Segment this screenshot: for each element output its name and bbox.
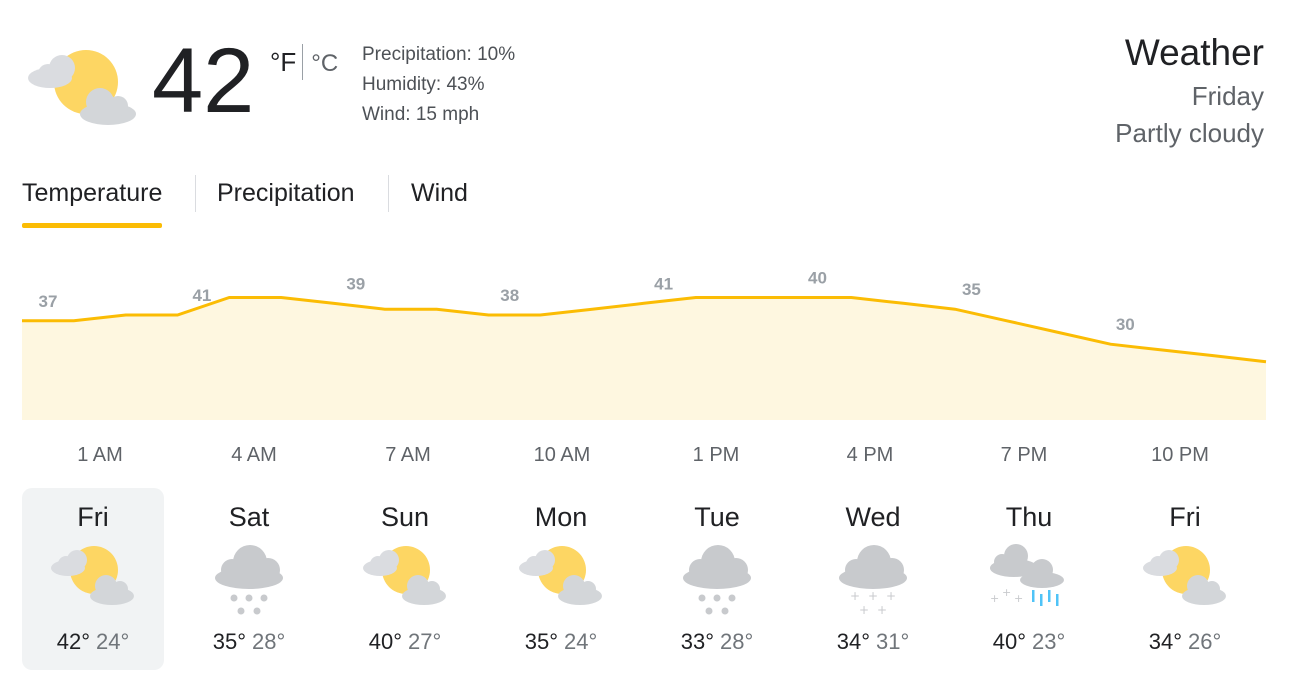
high-temp: 40° <box>368 629 402 654</box>
fahrenheit-unit[interactable]: °F <box>270 47 296 77</box>
day-name: Fri <box>77 502 109 532</box>
tab-precipitation[interactable]: Precipitation <box>217 170 355 216</box>
hour-label: 4 PM <box>846 444 894 466</box>
day-card-mon[interactable]: Mon 35° 24° <box>490 488 632 670</box>
hour-axis: 1 AM 4 AM 7 AM 10 AM 1 PM 4 PM 7 PM 10 P… <box>0 440 1292 470</box>
tab-divider <box>195 175 196 212</box>
day-name: Sun <box>380 502 430 532</box>
snow-icon <box>683 545 751 615</box>
low-temp: 23° <box>1032 629 1066 654</box>
day-card-fri-next[interactable]: Fri 34° 26° <box>1114 488 1256 670</box>
day-card-tue[interactable]: Tue 33° 28° <box>646 488 788 670</box>
unit-divider <box>302 44 304 80</box>
day-card-thu[interactable]: Thu 40° 23° <box>958 488 1100 670</box>
low-temp: 28° <box>252 629 286 654</box>
high-temp: 34° <box>1148 629 1182 654</box>
partly-cloudy-icon <box>363 546 446 605</box>
day-temps: 35° 28° <box>178 626 320 658</box>
high-temp: 40° <box>992 629 1026 654</box>
temperature-chart: 37 41 39 38 41 40 35 30 <box>22 269 1267 420</box>
day-card-sun[interactable]: Sun 40° 27° <box>334 488 476 670</box>
day-name: Mon <box>534 502 588 532</box>
tab-divider <box>388 175 389 212</box>
day-temps: 34° 31° <box>802 626 944 658</box>
hour-label: 7 PM <box>1000 444 1048 466</box>
high-temp: 35° <box>524 629 558 654</box>
high-temp: 35° <box>212 629 246 654</box>
low-temp: 28° <box>720 629 754 654</box>
day-card-wed[interactable]: Wed 34° 31° <box>802 488 944 670</box>
tab-wind[interactable]: Wind <box>411 170 468 216</box>
low-temp: 24° <box>96 629 130 654</box>
day-temps: 33° 28° <box>646 626 788 658</box>
snow-icon <box>215 545 283 615</box>
celsius-unit[interactable]: °C <box>311 50 338 77</box>
hour-label: 10 PM <box>1151 444 1209 466</box>
temperature-label: 30 <box>1116 315 1135 334</box>
high-temp: 34° <box>836 629 870 654</box>
day-label: Friday <box>1191 81 1264 111</box>
location-summary: Weather Friday Partly cloudy <box>1115 28 1264 152</box>
low-temp: 31° <box>876 629 910 654</box>
humidity-text: Humidity: 43% <box>362 74 485 95</box>
wind-text: Wind: 15 mph <box>362 104 480 125</box>
day-temps: 34° 26° <box>1114 626 1256 658</box>
temperature-label: 41 <box>192 286 211 305</box>
low-temp: 27° <box>408 629 442 654</box>
day-temps: 42° 24° <box>22 626 164 658</box>
high-temp: 42° <box>56 629 90 654</box>
temperature-area <box>22 297 1266 420</box>
day-name: Tue <box>694 502 740 532</box>
low-temp: 26° <box>1188 629 1222 654</box>
day-name: Wed <box>845 502 901 532</box>
day-temps: 35° 24° <box>490 626 632 658</box>
temperature-label: 39 <box>346 274 365 293</box>
partly-cloudy-icon <box>519 546 602 605</box>
day-name: Sat <box>228 502 270 532</box>
hour-label: 4 AM <box>231 444 277 466</box>
temperature-label: 40 <box>808 269 827 288</box>
day-temps: 40° 23° <box>958 626 1100 658</box>
day-card-sat[interactable]: Sat 35° 28° <box>178 488 320 670</box>
temperature-label: 38 <box>500 286 519 305</box>
high-temp: 33° <box>680 629 714 654</box>
day-temps: 40° 27° <box>334 626 476 658</box>
partly-cloudy-icon <box>28 50 136 125</box>
day-card-fri[interactable]: Fri 42° 24° <box>22 488 164 670</box>
hour-label: 1 AM <box>77 444 123 466</box>
partly-cloudy-icon <box>51 546 134 605</box>
light-snow-icon <box>839 545 907 617</box>
day-name: Thu <box>1005 502 1053 532</box>
precipitation-text: Precipitation: 10% <box>362 44 516 65</box>
partly-cloudy-icon <box>1143 546 1226 605</box>
current-temperature: 42 <box>152 30 255 132</box>
hour-label: 7 AM <box>385 444 431 466</box>
hour-label: 10 AM <box>533 444 591 466</box>
low-temp: 24° <box>564 629 598 654</box>
weather-title: Weather <box>1124 32 1264 73</box>
hour-label: 1 PM <box>692 444 740 466</box>
condition-label: Partly cloudy <box>1115 118 1264 148</box>
rain-snow-icon <box>990 544 1064 606</box>
weather-details: Precipitation: 10% Humidity: 43% Wind: 1… <box>362 40 515 130</box>
daily-forecast: Fri 42° 24° Sat 35° 28° Sun 40° 27° Mon 35°… <box>22 488 1270 674</box>
temperature-label: 37 <box>39 292 58 311</box>
unit-toggle: °F °C <box>270 44 338 82</box>
temperature-label: 41 <box>654 274 673 293</box>
temperature-label: 35 <box>962 280 981 299</box>
tab-temperature[interactable]: Temperature <box>22 170 163 228</box>
day-name: Fri <box>1169 502 1201 532</box>
